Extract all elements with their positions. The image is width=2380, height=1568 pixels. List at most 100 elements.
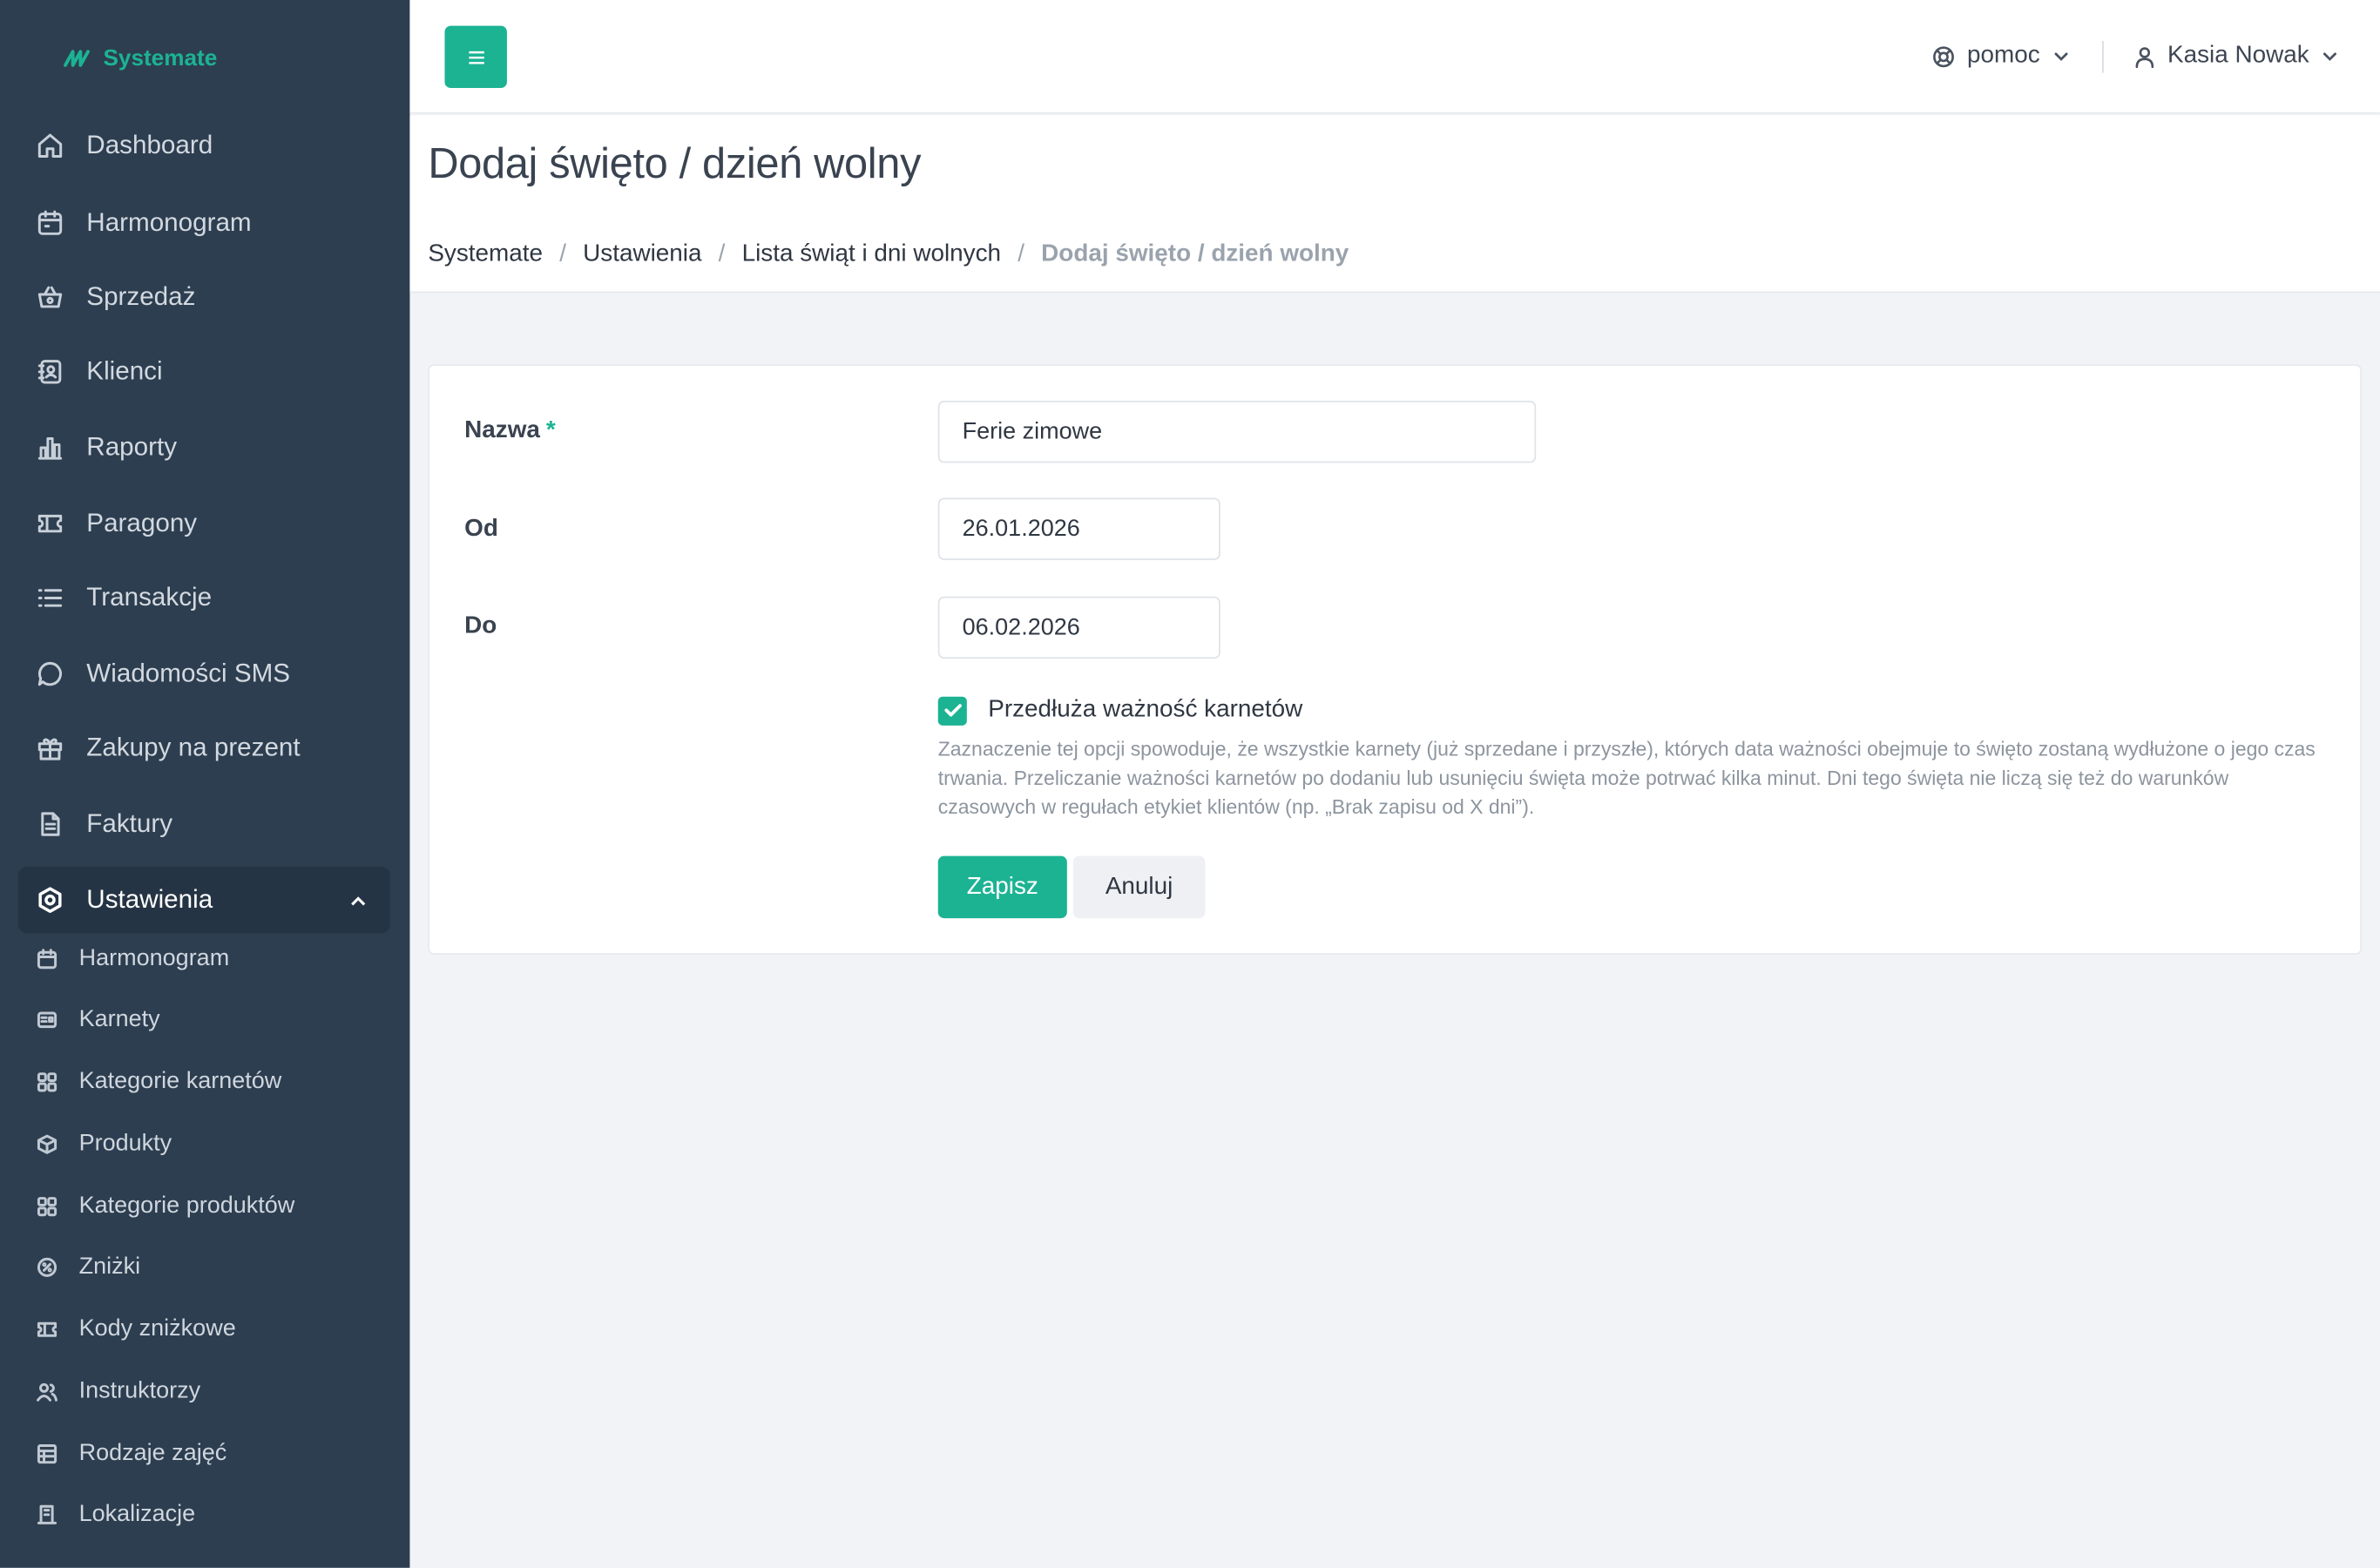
- topbar: pomoc Kasia Nowak: [409, 0, 2380, 114]
- brand-name: Systemate: [103, 44, 218, 71]
- sidebar-subitem-produkty[interactable]: Produkty: [18, 1117, 390, 1172]
- sidebar-subitem-kategorie-karnetow[interactable]: Kategorie karnetów: [18, 1055, 390, 1110]
- sidebar-item-label: Faktury: [86, 808, 173, 838]
- sidebar-item-label: Sprzedaż: [86, 282, 196, 312]
- sidebar-item-label: Harmonogram: [86, 207, 252, 237]
- brand-logo[interactable]: Systemate: [64, 43, 217, 73]
- menu-toggle-button[interactable]: [444, 25, 507, 89]
- name-input[interactable]: [937, 400, 1537, 463]
- sidebar-subitem-label: Produkty: [78, 1131, 172, 1157]
- sidebar-subitem-kody-znizkowe[interactable]: Kody zniżkowe: [18, 1302, 390, 1357]
- cube-icon: [37, 1133, 57, 1154]
- users-icon: [37, 1381, 57, 1402]
- sidebar-item-transakcje[interactable]: Transakcje: [18, 564, 390, 632]
- extend-passes-label[interactable]: Przedłuża ważność karnetów: [988, 697, 1302, 724]
- ticket-icon: [37, 510, 64, 537]
- user-name: Kasia Nowak: [2167, 42, 2309, 69]
- sidebar-subitem-instruktorzy[interactable]: Instruktorzy: [18, 1364, 390, 1419]
- to-label: Do: [464, 612, 497, 639]
- breadcrumb-link-ustawienia[interactable]: Ustawienia: [583, 241, 701, 268]
- save-button[interactable]: Zapisz: [937, 855, 1067, 919]
- grid-icon: [37, 1071, 57, 1092]
- sidebar-item-sprzedaz[interactable]: Sprzedaż: [18, 264, 390, 331]
- breadcrumb-link-holiday-list[interactable]: Lista świąt i dni wolnych: [742, 241, 1001, 268]
- required-asterisk: *: [545, 417, 556, 443]
- basket-icon: [37, 284, 64, 311]
- help-dropdown[interactable]: pomoc: [1932, 38, 2071, 75]
- holiday-form-card: Nazwa* Od Do Przedłuża ważność karnetów …: [428, 364, 2363, 955]
- from-label: Od: [464, 516, 498, 543]
- sidebar-item-raporty[interactable]: Raporty: [18, 415, 390, 482]
- page-header: Dodaj święto / dzień wolny Systemate / U…: [409, 115, 2380, 294]
- sidebar-subitem-label: Rodzaje zajęć: [78, 1440, 227, 1467]
- to-date-input[interactable]: [937, 596, 1220, 659]
- sidebar-item-faktury[interactable]: Faktury: [18, 791, 390, 858]
- sidebar-item-dashboard[interactable]: Dashboard: [18, 112, 390, 179]
- breadcrumb-current: Dodaj święto / dzień wolny: [1041, 241, 1349, 267]
- topbar-divider: [2102, 41, 2104, 73]
- sidebar-item-label: Transakcje: [86, 583, 213, 612]
- sidebar-item-label: Raporty: [86, 432, 178, 462]
- gift-icon: [37, 734, 64, 761]
- from-date-input[interactable]: [937, 497, 1220, 560]
- document-icon: [37, 810, 64, 837]
- breadcrumb: Systemate / Ustawienia / Lista świąt i d…: [428, 241, 1349, 268]
- sidebar-subitem-label: Karnety: [78, 1006, 160, 1032]
- sidebar-item-label: Wiadomości SMS: [86, 659, 291, 688]
- sidebar-item-klienci[interactable]: Klienci: [18, 339, 390, 406]
- list-icon: [37, 585, 64, 612]
- cancel-button[interactable]: Anuluj: [1072, 855, 1206, 919]
- extend-passes-help-text: Zaznaczenie tej opcji spowoduje, że wszy…: [937, 737, 2316, 819]
- sidebar-item-wiadomosci-sms[interactable]: Wiadomości SMS: [18, 640, 390, 707]
- sidebar-subitem-label: Kategorie karnetów: [78, 1068, 282, 1095]
- sidebar-item-label: Paragony: [86, 508, 198, 537]
- sidebar-item-label: Zakupy na prezent: [86, 733, 301, 762]
- sidebar-subitem-label: Harmonogram: [78, 945, 230, 972]
- sidebar-subitem-rodzaje-zajec[interactable]: Rodzaje zajęć: [18, 1427, 390, 1482]
- chevron-down-icon: [2054, 52, 2068, 61]
- help-label: pomoc: [1967, 42, 2040, 69]
- breadcrumb-separator: /: [559, 241, 566, 267]
- calendar-icon: [37, 209, 64, 236]
- home-icon: [37, 132, 64, 159]
- page-title: Dodaj święto / dzień wolny: [428, 139, 922, 187]
- sidebar-subitem-lokalizacje[interactable]: Lokalizacje: [18, 1487, 390, 1542]
- sidebar-subitem-label: Zniżki: [78, 1254, 141, 1280]
- sidebar-item-label: Klienci: [86, 356, 163, 386]
- chevron-up-icon[interactable]: [348, 889, 368, 910]
- sidebar-subitem-harmonogram[interactable]: Harmonogram: [18, 932, 390, 987]
- grid-icon: [37, 1196, 57, 1217]
- sidebar-subitem-label: Instruktorzy: [78, 1378, 201, 1404]
- sidebar-subitem-label: Kody zniżkowe: [78, 1315, 236, 1342]
- extend-passes-checkbox[interactable]: [937, 695, 967, 725]
- sidebar-item-paragony[interactable]: Paragony: [18, 490, 390, 558]
- settings-hexagon-icon: [37, 887, 64, 914]
- chat-bubble-icon: [37, 660, 64, 687]
- address-book-icon: [37, 358, 64, 385]
- sidebar-item-harmonogram[interactable]: Harmonogram: [18, 190, 390, 257]
- sidebar-subitem-label: Lokalizacje: [78, 1501, 196, 1527]
- sidebar-item-zakupy-na-prezent[interactable]: Zakupy na prezent: [18, 715, 390, 782]
- building-icon: [37, 1504, 57, 1525]
- sidebar-subitem-znizki[interactable]: Zniżki: [18, 1240, 390, 1294]
- lifebuoy-icon: [1933, 45, 1954, 67]
- name-label: Nazwa *: [464, 417, 556, 444]
- breadcrumb-link-systemate[interactable]: Systemate: [428, 241, 543, 268]
- breadcrumb-separator: /: [718, 241, 726, 267]
- chevron-down-icon: [2323, 52, 2337, 61]
- user-icon: [2135, 46, 2154, 68]
- sidebar-item-ustawienia[interactable]: Ustawienia: [17, 866, 390, 934]
- breadcrumb-separator: /: [1018, 241, 1024, 267]
- checkmark-icon: [943, 704, 962, 717]
- sidebar: Systemate Dashboard Harmonogram Sprzedaż…: [0, 0, 410, 1568]
- name-label-text: Nazwa: [464, 417, 540, 443]
- user-menu[interactable]: Kasia Nowak: [2134, 38, 2340, 75]
- bar-chart-icon: [37, 434, 64, 461]
- sidebar-subitem-karnety[interactable]: Karnety: [18, 992, 390, 1047]
- sidebar-subitem-kategorie-produktow[interactable]: Kategorie produktów: [18, 1179, 390, 1234]
- percent-icon: [37, 1257, 57, 1278]
- sidebar-item-label: Ustawienia: [86, 884, 213, 914]
- hamburger-icon: [468, 51, 483, 64]
- sidebar-subitem-label: Kategorie produktów: [78, 1193, 295, 1220]
- systemate-logo-icon: [64, 50, 90, 67]
